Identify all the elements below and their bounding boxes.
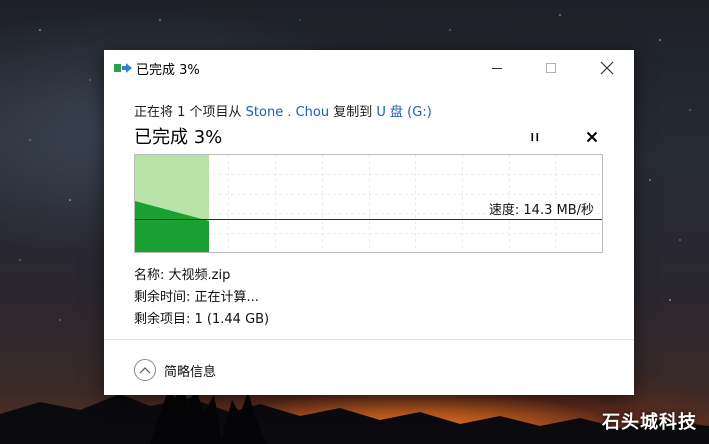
desc-prefix: 正在将 1 个项目从 (134, 105, 246, 120)
source-link[interactable]: Stone . Chou (246, 105, 329, 120)
close-window-button[interactable] (584, 50, 630, 86)
fewer-details-label: 简略信息 (164, 364, 217, 380)
maximize-button[interactable] (528, 50, 574, 86)
minimize-button[interactable] (474, 50, 520, 86)
maximize-icon (546, 63, 556, 73)
cancel-button[interactable] (580, 126, 604, 148)
window-title: 已完成 3% (136, 63, 200, 78)
chevron-up-button[interactable] (134, 359, 156, 381)
pause-icon (531, 133, 539, 141)
copy-progress-icon (114, 63, 132, 73)
watermark-text: 石头城科技 (602, 412, 697, 433)
close-icon (586, 131, 598, 143)
items-remaining: 剩余项目: 1 (1.44 GB) (134, 312, 270, 327)
close-icon (600, 61, 614, 75)
pause-button[interactable] (523, 126, 547, 148)
chevron-up-icon (139, 367, 151, 374)
fewer-details-toggle[interactable]: 简略信息 (134, 358, 216, 382)
title-bar[interactable]: 已完成 3% (104, 50, 634, 86)
speed-label: 速度: 14.3 MB/秒 (486, 199, 596, 218)
minimize-icon (492, 68, 502, 69)
progress-status: 已完成 3% (134, 127, 223, 148)
copy-progress-dialog: 已完成 3% 正在将 1 个项目从 Stone . Chou 复制到 U 盘 (… (104, 50, 634, 395)
desc-middle: 复制到 (329, 105, 377, 120)
file-name: 名称: 大视频.zip (134, 268, 231, 283)
time-remaining: 剩余时间: 正在计算... (134, 290, 259, 305)
destination-link[interactable]: U 盘 (G:) (376, 105, 431, 120)
transfer-speed-graph: 速度: 14.3 MB/秒 (134, 154, 603, 253)
transfer-description: 正在将 1 个项目从 Stone . Chou 复制到 U 盘 (G:) (134, 101, 432, 120)
footer-divider (104, 339, 634, 340)
